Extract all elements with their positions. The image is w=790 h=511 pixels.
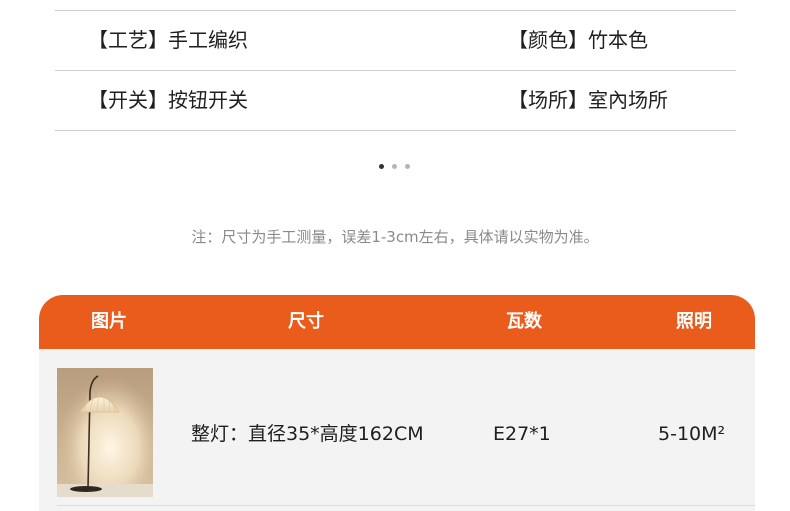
header-lighting: 照明 [676,311,712,332]
carousel-dot-1[interactable] [379,164,384,169]
spec-value: 室內场所 [588,88,668,112]
header-size: 尺寸 [288,311,324,332]
lighting-cell: 5-10M² [658,423,726,445]
spec-value: 手工编织 [168,28,248,52]
spec-label: 【场所】 [508,88,588,112]
header-image: 图片 [91,311,127,332]
header-wattage: 瓦数 [506,311,542,332]
divider [57,505,755,506]
carousel-dot-3[interactable] [405,164,410,169]
spec-label: 【开关】 [88,88,168,112]
spec-item-location: 【场所】室內场所 [508,71,668,130]
size-cell: 整灯：直径35*高度162CM [191,423,424,445]
spec-label: 【颜色】 [508,28,588,52]
spec-row: 【开关】按钮开关 【场所】室內场所 [55,71,736,130]
spec-item-color: 【颜色】竹本色 [508,11,648,70]
spec-item-craft: 【工艺】手工编织 [88,11,248,70]
spec-value: 竹本色 [588,28,648,52]
table-row: 整灯：直径35*高度162CM E27*1 5-10M² [39,349,755,511]
spec-value: 按钮开关 [168,88,248,112]
spec-row: 【工艺】手工编织 【颜色】竹本色 [55,11,736,70]
table-header: 图片 尺寸 瓦数 照明 [39,295,755,349]
product-spec-table: 图片 尺寸 瓦数 照明 整灯：直径35*高度162CM E27*1 5-10M² [39,295,755,511]
spec-item-switch: 【开关】按钮开关 [88,71,248,130]
carousel-dot-2[interactable] [392,164,397,169]
spec-label: 【工艺】 [88,28,168,52]
divider [55,130,736,131]
wattage-cell: E27*1 [493,423,551,445]
measurement-note: 注：尺寸为手工测量，误差1-3cm左右，具体请以实物为准。 [191,228,599,246]
floor-lamp-photo-icon [57,368,153,497]
